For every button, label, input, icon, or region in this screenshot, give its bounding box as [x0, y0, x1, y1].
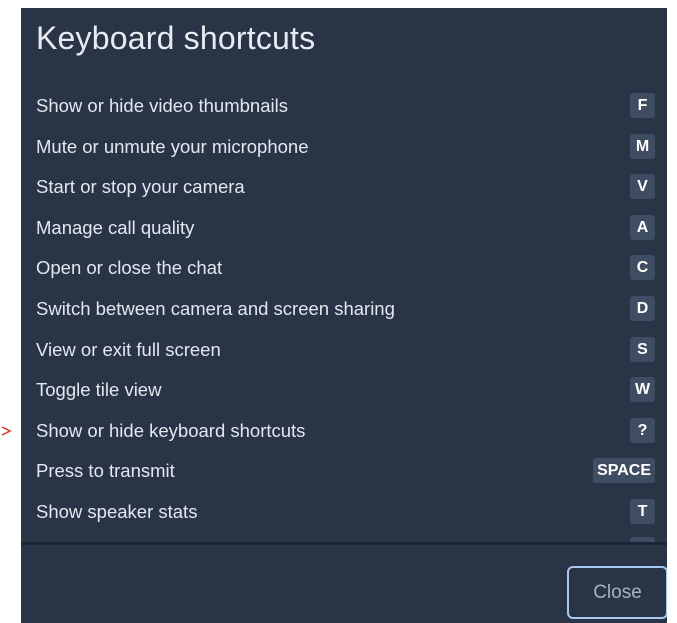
key-badge: SPACE: [593, 458, 655, 484]
shortcut-label: Mute or unmute your microphone: [36, 135, 309, 157]
shortcut-row-keyboard-shortcuts: Show or hide keyboard shortcuts ?: [21, 411, 667, 452]
shortcut-row-screen-sharing: Switch between camera and screen sharing…: [21, 289, 667, 330]
shortcut-row-push-to-talk: Press to transmit SPACE: [21, 451, 667, 492]
key-badge: ?: [630, 417, 655, 443]
key-badge: S: [630, 336, 655, 362]
key-badge: C: [630, 255, 655, 281]
footer-divider: [21, 542, 667, 545]
key-badge: F: [630, 93, 655, 118]
shortcut-row-camera: Start or stop your camera V: [21, 167, 667, 208]
dialog-title: Keyboard shortcuts: [36, 20, 316, 56]
shortcut-label: Show or hide video thumbnails: [36, 95, 288, 116]
shortcut-label: Show or hide keyboard shortcuts: [36, 419, 306, 441]
key-badge: M: [630, 133, 655, 159]
shortcut-row-tile-view: Toggle tile view W: [21, 370, 667, 411]
pointer-arrow-icon: [1, 426, 12, 436]
key-badge: D: [630, 295, 655, 321]
shortcut-row-call-quality: Manage call quality A: [21, 208, 667, 249]
shortcut-row-full-screen: View or exit full screen S: [21, 330, 667, 371]
key-badge: T: [630, 498, 655, 524]
key-badge: A: [630, 214, 655, 240]
shortcut-row-speaker-stats: Show speaker stats T: [21, 492, 667, 533]
shortcut-list[interactable]: Show or hide video thumbnails F Mute or …: [21, 86, 667, 538]
shortcut-label: Manage call quality: [36, 216, 195, 238]
close-button[interactable]: Close: [567, 566, 667, 619]
shortcut-label: Switch between camera and screen sharing: [36, 297, 395, 319]
shortcut-label: View or exit full screen: [36, 338, 221, 360]
shortcut-label: Open or close the chat: [36, 257, 223, 279]
key-badge: W: [630, 377, 655, 403]
keyboard-shortcuts-dialog: Keyboard shortcuts Show or hide video th…: [21, 8, 667, 623]
shortcut-label: Start or stop your camera: [36, 176, 245, 198]
shortcut-row-chat: Open or close the chat C: [21, 248, 667, 289]
shortcut-row-video-thumbnails: Show or hide video thumbnails F: [21, 86, 667, 127]
shortcut-label: Show speaker stats: [36, 500, 198, 522]
key-badge: V: [630, 174, 655, 200]
shortcut-label: Press to transmit: [36, 460, 175, 482]
shortcut-row-microphone: Mute or unmute your microphone M: [21, 127, 667, 168]
shortcut-label: Toggle tile view: [36, 379, 162, 401]
